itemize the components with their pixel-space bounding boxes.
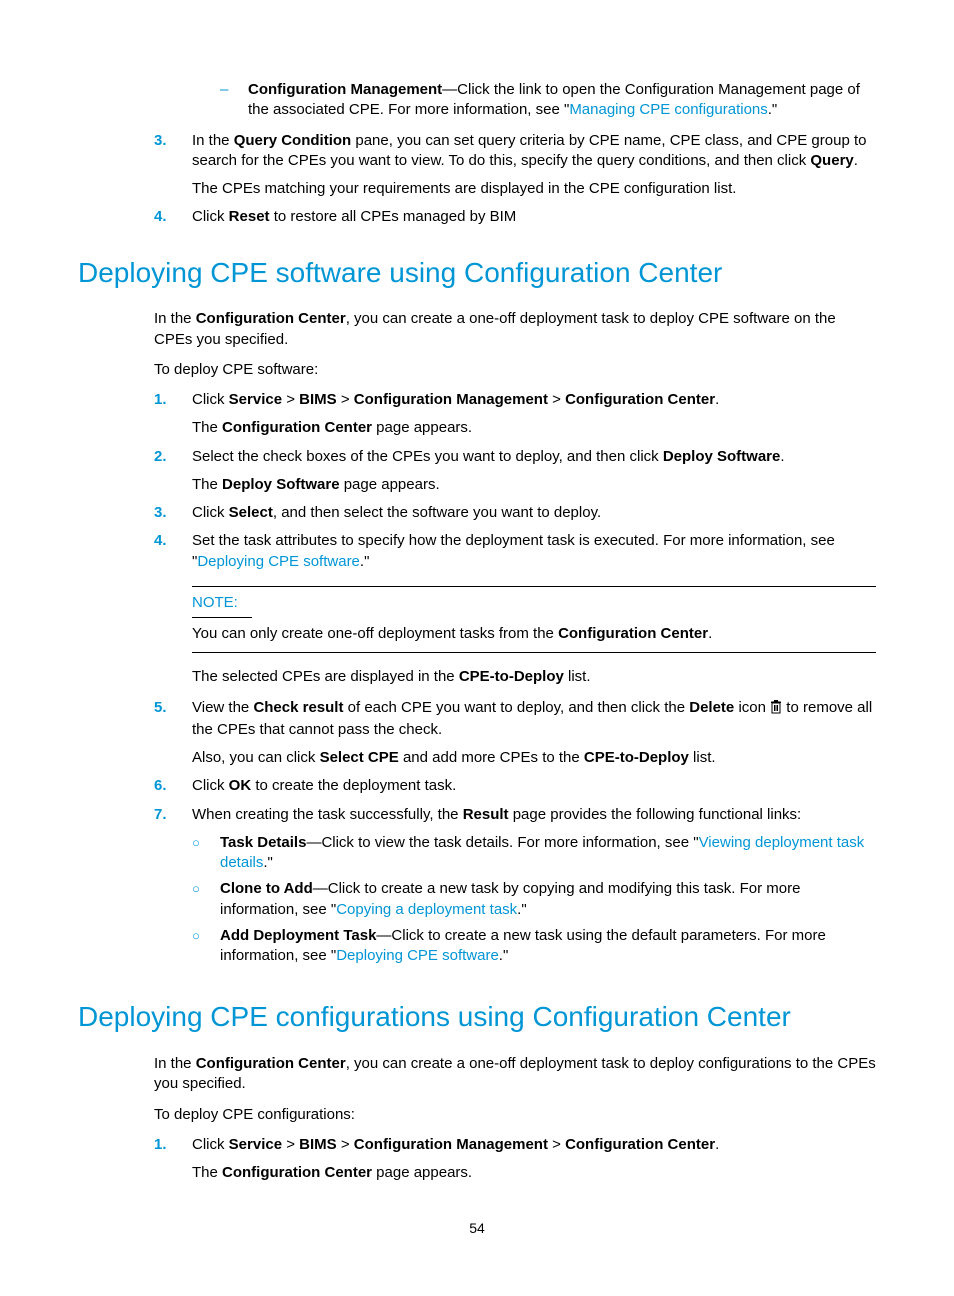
para: The Configuration Center page appears. — [192, 1163, 876, 1183]
heading-deploying-cpe-configurations: Deploying CPE configurations using Confi… — [78, 998, 876, 1036]
label: Configuration Management — [248, 81, 442, 98]
list-number: 6. — [154, 776, 192, 796]
para: Select the check boxes of the CPEs you w… — [192, 447, 876, 467]
note-text: You can only create one-off deployment t… — [192, 624, 876, 644]
heading-deploying-cpe-software: Deploying CPE software using Configurati… — [78, 254, 876, 292]
para: The selected CPEs are displayed in the C… — [192, 667, 876, 687]
para: In the Configuration Center, you can cre… — [154, 309, 876, 350]
sub-item-clone-to-add: ○ Clone to Add—Click to create a new tas… — [192, 879, 876, 920]
list-item-4: 4. Click Reset to restore all CPEs manag… — [154, 207, 876, 227]
link-deploying-cpe-software-2[interactable]: Deploying CPE software — [336, 947, 499, 964]
list-number: 2. — [154, 447, 192, 496]
list-item-7: 7. When creating the task successfully, … — [154, 805, 876, 973]
para: When creating the task successfully, the… — [192, 805, 876, 825]
link-managing-cpe-configs[interactable]: Managing CPE configurations — [569, 101, 767, 118]
list-number: 1. — [154, 1135, 192, 1184]
note-label: NOTE: — [192, 593, 876, 613]
para: The Configuration Center page appears. — [192, 418, 876, 438]
list-item-4b: 4. Set the task attributes to specify ho… — [154, 531, 876, 572]
list-number: 1. — [154, 390, 192, 439]
list-item-3b: 3. Click Select, and then select the sof… — [154, 503, 876, 523]
list-number: 3. — [154, 131, 192, 200]
para: To deploy CPE software: — [154, 360, 876, 380]
list-item-5: 5. View the Check result of each CPE you… — [154, 698, 876, 769]
link-deploying-cpe-software[interactable]: Deploying CPE software — [197, 553, 360, 570]
para: Click Service > BIMS > Configuration Man… — [192, 390, 876, 410]
list-number: 4. — [154, 531, 192, 572]
para: Set the task attributes to specify how t… — [192, 531, 876, 572]
list-number: 3. — [154, 503, 192, 523]
page-number: 54 — [78, 1219, 876, 1238]
para: Click Service > BIMS > Configuration Man… — [192, 1135, 876, 1155]
para: In the Configuration Center, you can cre… — [154, 1054, 876, 1095]
sub-item-add-deployment-task: ○ Add Deployment Task—Click to create a … — [192, 926, 876, 967]
para: In the Query Condition pane, you can set… — [192, 131, 876, 172]
para: Click OK to create the deployment task. — [192, 776, 876, 796]
list-item-1: 1. Click Service > BIMS > Configuration … — [154, 390, 876, 439]
list-item-1b: 1. Click Service > BIMS > Configuration … — [154, 1135, 876, 1184]
sub-item-task-details: ○ Task Details—Click to view the task de… — [192, 833, 876, 874]
dash-bullet-icon: – — [220, 80, 248, 121]
para: Also, you can click Select CPE and add m… — [192, 748, 876, 768]
trash-icon — [770, 700, 782, 720]
para: Click Select, and then select the softwa… — [192, 503, 876, 523]
list-item-6: 6. Click OK to create the deployment tas… — [154, 776, 876, 796]
circle-bullet-icon: ○ — [192, 833, 220, 874]
link-copying-deployment-task[interactable]: Copying a deployment task — [336, 901, 517, 918]
sub-body: Configuration Management—Click the link … — [248, 80, 876, 121]
sub-item-config-mgmt: – Configuration Management—Click the lin… — [220, 80, 876, 121]
list-number: 7. — [154, 805, 192, 973]
para: View the Check result of each CPE you wa… — [192, 698, 876, 741]
list-number: 4. — [154, 207, 192, 227]
circle-bullet-icon: ○ — [192, 926, 220, 967]
para: To deploy CPE configurations: — [154, 1105, 876, 1125]
note-box: NOTE: You can only create one-off deploy… — [192, 586, 876, 654]
list-item-2: 2. Select the check boxes of the CPEs yo… — [154, 447, 876, 496]
list-item-3: 3. In the Query Condition pane, you can … — [154, 131, 876, 200]
list-number: 5. — [154, 698, 192, 769]
para: The Deploy Software page appears. — [192, 475, 876, 495]
para: Click Reset to restore all CPEs managed … — [192, 207, 876, 227]
note-rule — [192, 617, 252, 618]
para: The CPEs matching your requirements are … — [192, 179, 876, 199]
circle-bullet-icon: ○ — [192, 879, 220, 920]
